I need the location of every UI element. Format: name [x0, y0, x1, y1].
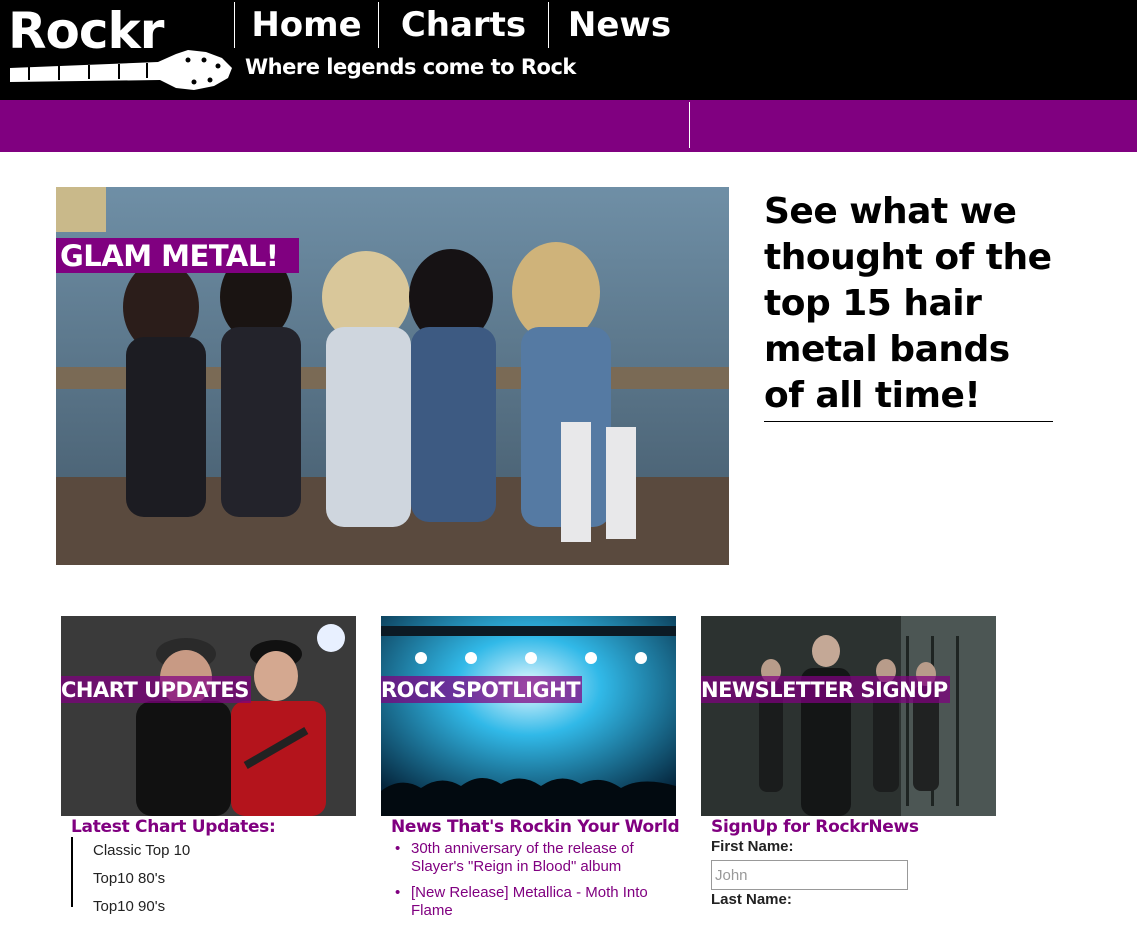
chart-updates-title: Latest Chart Updates: [71, 817, 276, 837]
nav-charts[interactable]: Charts [378, 2, 548, 48]
card-chart-updates[interactable]: CHART UPDATES [61, 616, 356, 816]
guitar-neck-icon [10, 50, 232, 90]
chart-link-classic-top10[interactable]: Classic Top 10 [93, 837, 190, 865]
first-name-input[interactable] [711, 860, 908, 890]
hero-label-badge: GLAM METAL! [56, 238, 299, 273]
news-title: News That's Rockin Your World [391, 817, 680, 837]
nav-divider [689, 102, 690, 148]
concert-stage-photo [381, 616, 676, 816]
news-list: 30th anniversary of the release of Slaye… [395, 840, 675, 928]
nav-news[interactable]: News [548, 2, 690, 48]
site-tagline: Where legends come to Rock [245, 55, 576, 79]
card-newsletter-signup[interactable]: NEWSLETTER SIGNUP [701, 616, 996, 816]
chart-link-top10-90s[interactable]: Top10 90's [93, 893, 190, 921]
card-label-newsletter-signup: NEWSLETTER SIGNUP [701, 676, 950, 703]
card-rock-spotlight[interactable]: ROCK SPOTLIGHT [381, 616, 676, 816]
signup-title: SignUp for RockrNews [711, 817, 919, 837]
rockr-logo[interactable]: Rockr [8, 2, 236, 94]
nav-home[interactable]: Home [234, 2, 378, 48]
hero-headline-link[interactable]: See what we thought of the top 15 hair m… [764, 189, 1053, 422]
band-portrait-photo [701, 616, 996, 816]
card-label-chart-updates: CHART UPDATES [61, 676, 251, 703]
hero-banner-image[interactable]: GLAM METAL! [56, 187, 729, 565]
news-item-metallica[interactable]: [New Release] Metallica - Moth Into Flam… [395, 884, 675, 920]
card-label-rock-spotlight: ROCK SPOTLIGHT [381, 676, 583, 703]
first-name-label: First Name: [711, 838, 794, 855]
last-name-label: Last Name: [711, 891, 792, 908]
news-item-slayer[interactable]: 30th anniversary of the release of Slaye… [395, 840, 675, 876]
main-nav [0, 100, 1137, 152]
chart-link-top10-80s[interactable]: Top10 80's [93, 865, 190, 893]
acdc-photo [61, 616, 356, 816]
chart-updates-list: Classic Top 10 Top10 80's Top10 90's [71, 837, 190, 915]
